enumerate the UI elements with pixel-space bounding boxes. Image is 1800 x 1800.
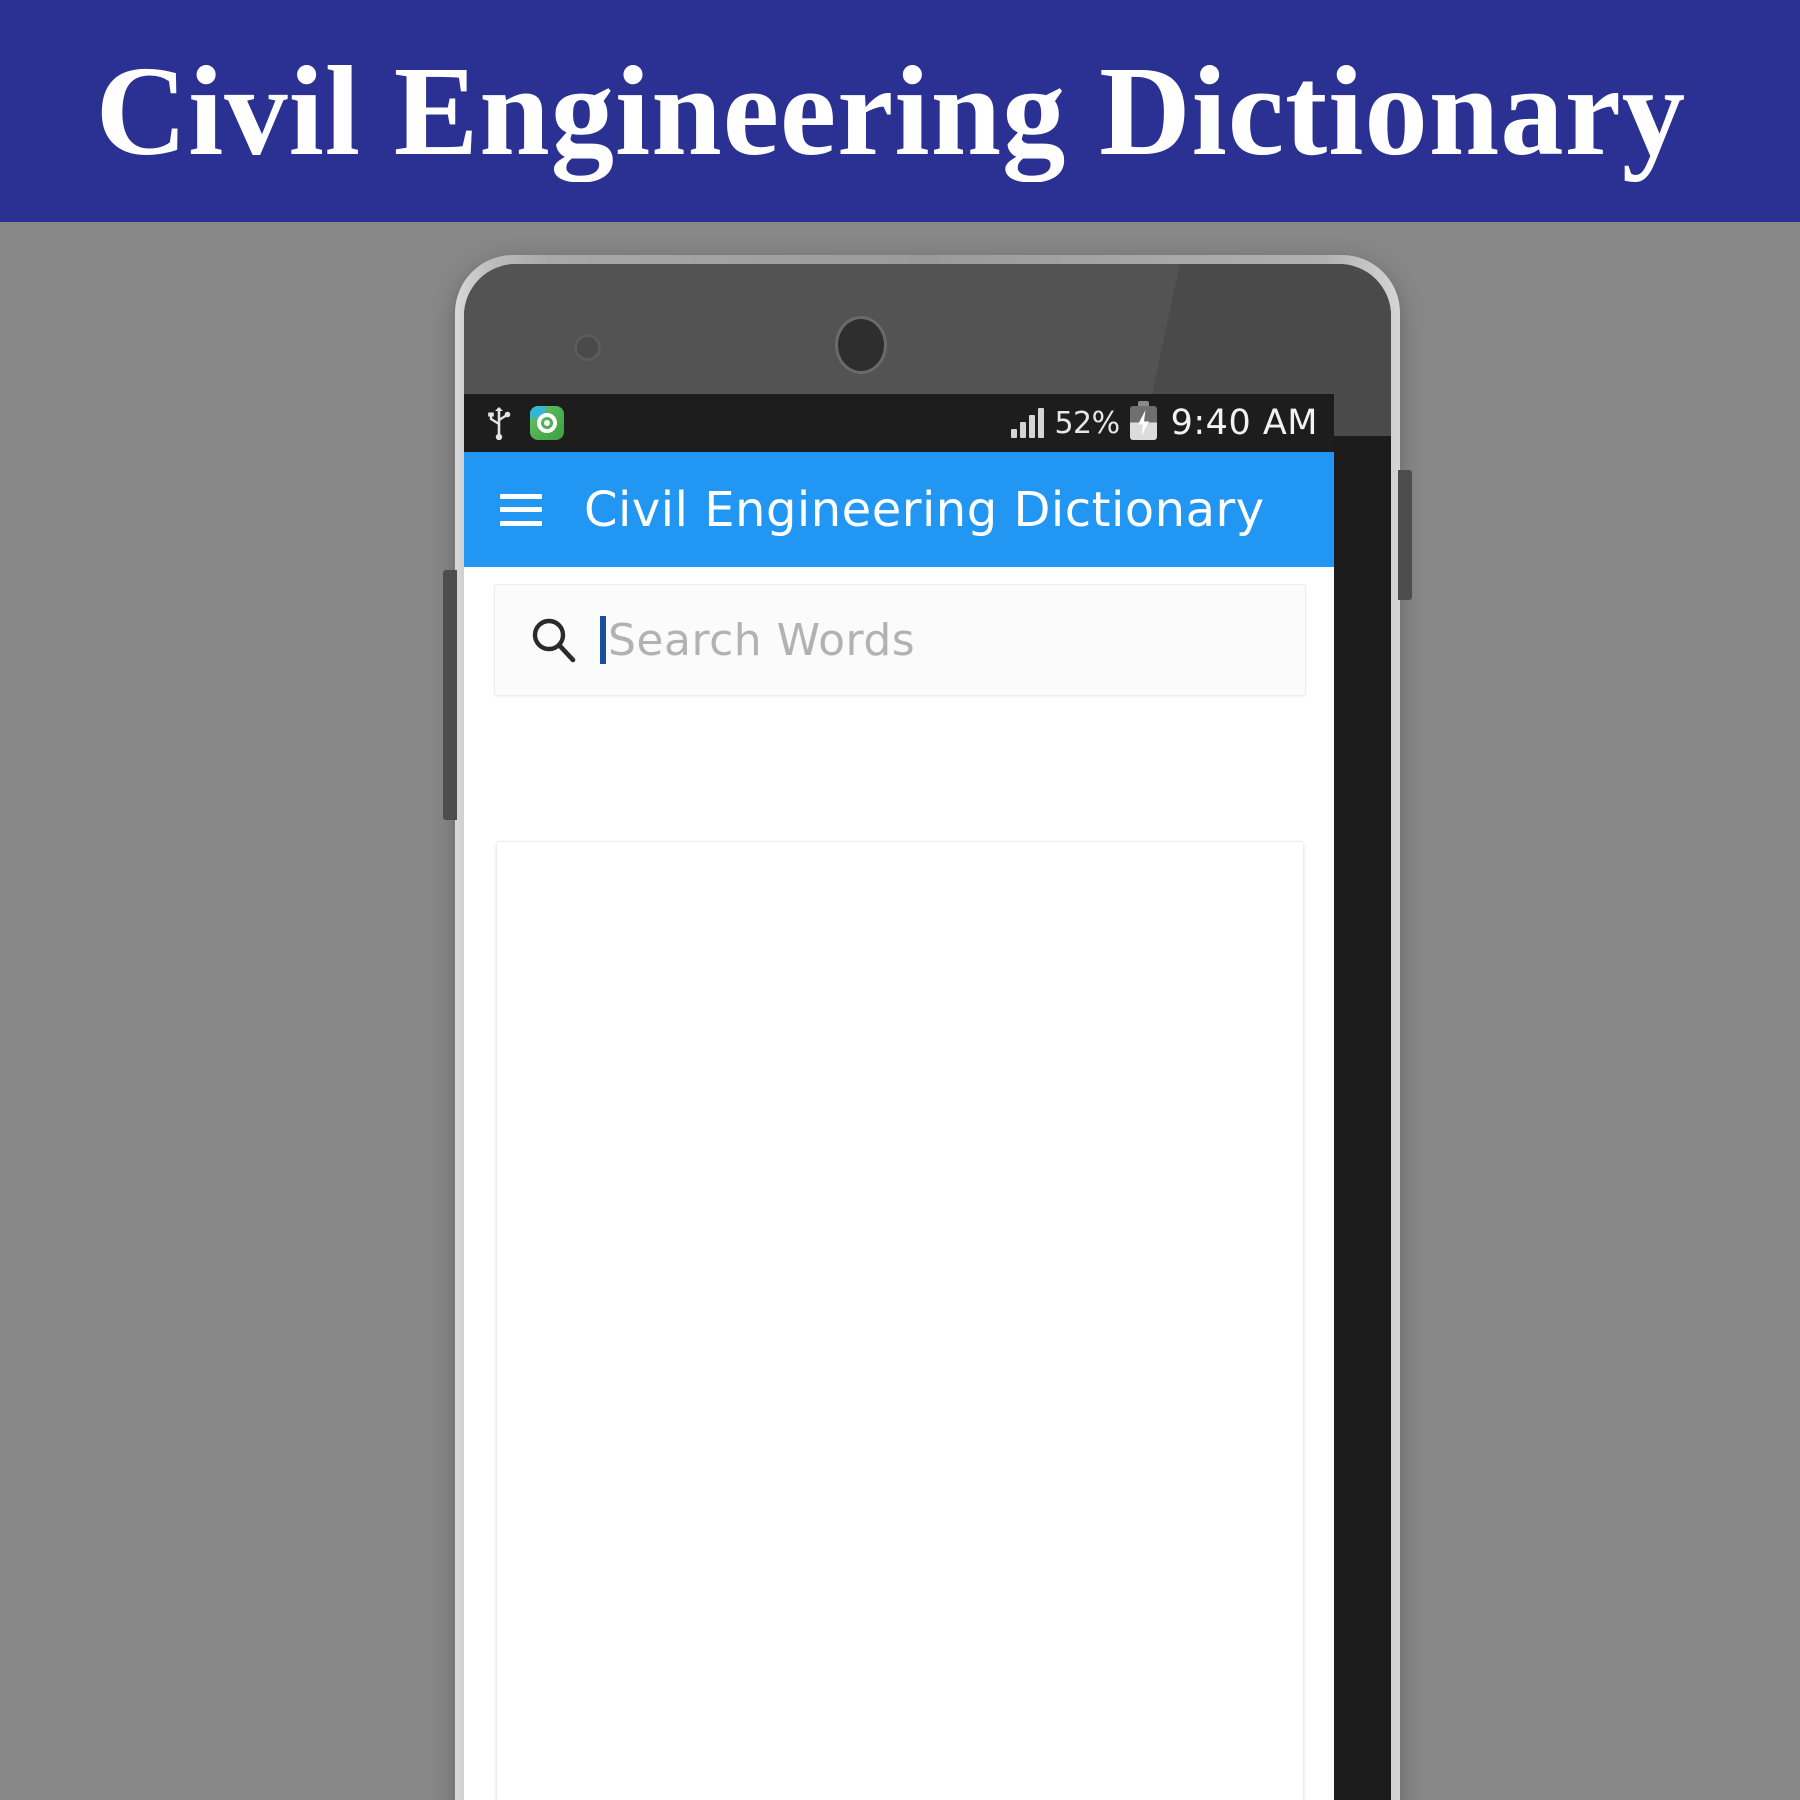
power-button[interactable] (1398, 470, 1412, 600)
app-notification-icon (530, 406, 564, 440)
status-bar-clock: 9:40 AM (1170, 403, 1318, 443)
search-input[interactable]: Search Words (608, 615, 915, 666)
signal-bars-icon (1011, 408, 1045, 438)
battery-percent-label: 52% (1054, 405, 1120, 441)
app-bar-title: Civil Engineering Dictionary (584, 481, 1265, 538)
status-bar: 52% 9:40 AM (464, 394, 1334, 452)
status-bar-right: 52% 9:40 AM (1011, 401, 1322, 443)
app-bar: Civil Engineering Dictionary (464, 452, 1334, 567)
hamburger-menu-icon[interactable] (500, 493, 542, 526)
proximity-sensor-icon (574, 334, 601, 361)
phone-device-mockup: 52% 9:40 AM Civil Engineering Dictionary (443, 255, 1412, 1800)
app-content: Search Words (464, 567, 1334, 1800)
battery-charging-icon (1129, 401, 1157, 440)
promo-title: Civil Engineering Dictionary (95, 40, 1687, 182)
front-camera-icon (835, 316, 887, 374)
screenshot-stage: Civil Engineering Dictionary 52% 9:40 AM… (0, 0, 1800, 1800)
phone-screen: 52% 9:40 AM Civil Engineering Dictionary (464, 394, 1334, 1800)
volume-button[interactable] (443, 570, 457, 820)
promo-banner: Civil Engineering Dictionary (0, 0, 1800, 222)
search-bar[interactable]: Search Words (494, 584, 1306, 696)
search-icon (532, 618, 576, 663)
status-bar-left (486, 406, 564, 440)
usb-icon (486, 406, 512, 440)
text-cursor (600, 616, 606, 664)
definition-result-card (496, 841, 1304, 1800)
